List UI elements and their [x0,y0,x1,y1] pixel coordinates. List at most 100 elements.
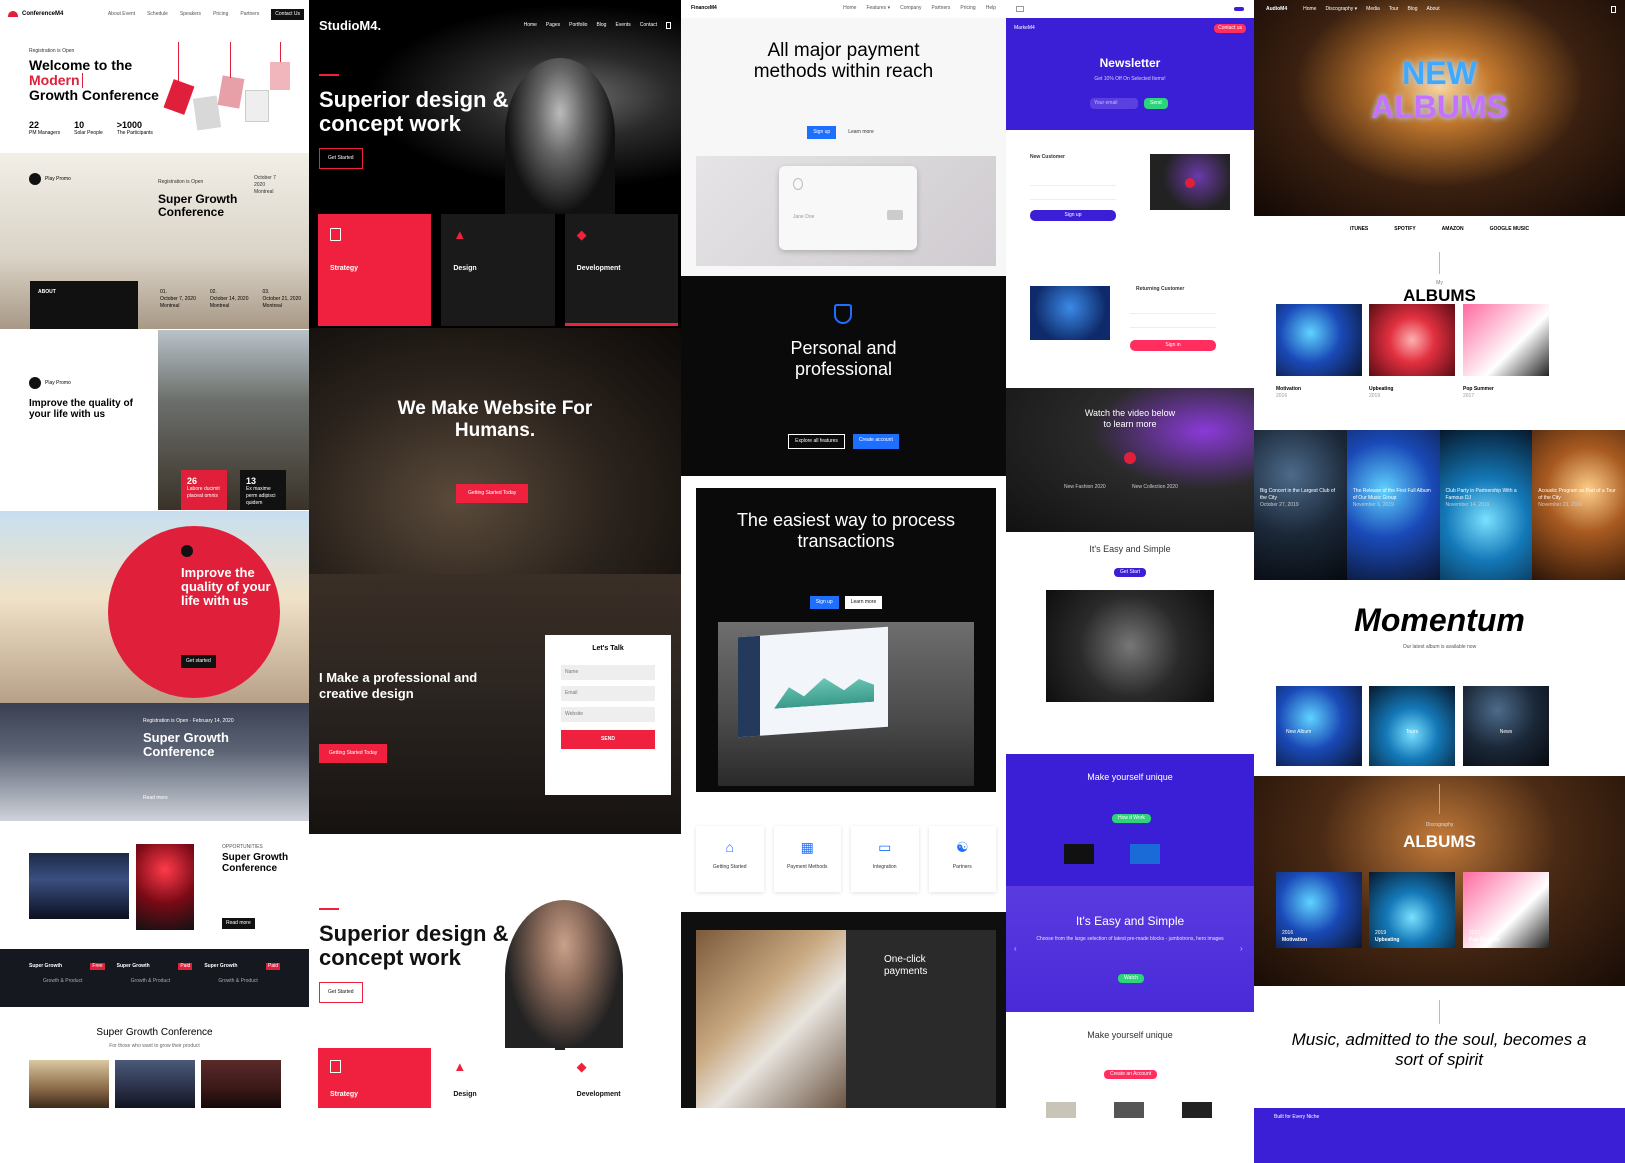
feature-tile[interactable]: News [1463,686,1549,766]
nav-item[interactable]: Partners [932,5,951,12]
getting-started-button[interactable]: Getting Started Today [456,484,529,503]
nav-item[interactable]: Pages [546,22,560,29]
studio-logo[interactable]: StudioM4. [319,18,381,33]
marketing-logo[interactable]: MarkeM4 [1014,25,1035,32]
form-field[interactable] [1030,178,1116,186]
album-cover[interactable] [1369,304,1455,376]
play-icon[interactable] [1185,178,1195,188]
feature-card[interactable]: ▭ Integration [851,826,919,892]
website-field[interactable]: Website [561,707,655,722]
learn-more-button[interactable]: Learn more [844,596,883,609]
nav-item[interactable]: Partners [240,11,259,18]
play-promo-button[interactable]: Play Promo [29,377,71,389]
plan-card[interactable]: Super Growth Paid Growth & Product [117,963,193,993]
feature-tile[interactable]: Tours [1369,686,1455,766]
feature-card[interactable]: ▦ Payment Methods [773,826,841,892]
form-field[interactable] [1130,306,1216,314]
get-started-button[interactable]: Get Started [319,982,363,1003]
nav-item[interactable]: Home [843,5,856,12]
email-input[interactable]: Your email [1090,98,1138,109]
sign-up-button[interactable]: Sign up [1030,210,1116,221]
chevron-left-icon[interactable]: ‹ [1014,944,1017,953]
nav-item[interactable]: Home [524,22,537,29]
play-icon[interactable] [181,545,193,557]
nav-item[interactable]: Portfolio [569,22,587,29]
chevron-right-icon[interactable]: › [1240,944,1243,953]
nav-item[interactable]: Media [1366,6,1380,13]
nav-item[interactable]: Schedule [147,11,168,18]
nav-item[interactable]: Blog [596,22,606,29]
play-icon[interactable] [1124,452,1136,464]
event-card[interactable]: Club Party in Partnership With a Famous … [1439,430,1533,580]
nav-item[interactable]: Discography ▾ [1325,6,1357,13]
nav-item[interactable]: Speakers [180,11,201,18]
event-card[interactable]: Big Concert in the Largest Club of the C… [1254,430,1347,580]
read-more-button[interactable]: Read more [222,918,255,929]
nav-item[interactable]: Contact [640,22,657,29]
nav-item[interactable]: About [1427,6,1440,13]
google-music-link[interactable]: GOOGLE MUSIC [1490,226,1529,233]
album-cover[interactable]: 2016 Motivation [1276,872,1362,948]
itunes-link[interactable]: iTUNES [1350,226,1368,233]
nav-item[interactable]: Tour [1389,6,1399,13]
nav-item[interactable]: Pricing [960,5,975,12]
learn-more-button[interactable]: Learn more [842,126,880,139]
conference-logo[interactable]: ConferenceM4 [22,11,63,17]
feature-card[interactable]: ☯ Partners [928,826,996,892]
service-card-development[interactable]: ◆ Development [564,214,678,326]
nav-item[interactable]: Help [986,5,996,12]
plan-card[interactable]: Super Growth Free Growth & Product [29,963,105,993]
nav-item[interactable]: Blog [1408,6,1418,13]
create-account-button[interactable]: Create account [852,434,899,449]
album-cover[interactable]: 2019 Upbeating [1369,872,1455,948]
feature-tile[interactable]: New Album [1276,686,1362,766]
album-cover[interactable]: 2017 Pop Summer [1463,872,1549,948]
explore-button[interactable]: Explore all features [788,434,845,449]
sign-in-button[interactable]: Sign in [1130,340,1216,351]
nav-item[interactable]: Company [900,5,921,12]
name-field[interactable]: Name [561,665,655,680]
how-it-work-button[interactable]: How it Work [1112,814,1151,823]
cart-icon[interactable] [1611,6,1616,13]
video-thumbnail[interactable] [1150,154,1230,210]
service-card-design[interactable]: ▲ Design [441,1048,555,1108]
get-started-button[interactable]: Get Started [319,148,363,169]
form-field[interactable] [1030,192,1116,200]
event-card[interactable]: The Release of the First Full Album of O… [1346,430,1440,580]
watch-button[interactable]: Watch [1118,974,1144,983]
nav-item[interactable]: Features ▾ [866,5,890,12]
send-button[interactable]: SEND [561,730,655,749]
nav-item[interactable]: About Event [108,11,135,18]
service-card-development[interactable]: ◆ Development [564,1048,678,1108]
play-promo-button[interactable]: Play Promo [29,173,71,185]
finance-logo[interactable]: FinanceM4 [691,5,717,12]
create-account-button[interactable]: Create an Account [1104,1070,1158,1079]
email-field[interactable]: Email [561,686,655,701]
service-card-strategy[interactable]: Strategy [318,214,432,326]
spotify-link[interactable]: SPOTIFY [1394,226,1415,233]
album-cover[interactable] [1276,304,1362,376]
get-start-button[interactable]: Get Start [1114,568,1147,577]
cart-icon[interactable] [666,22,671,29]
studio-mid-section: We Make Website For Humans. Getting Star… [309,328,681,574]
event-card[interactable]: Acoustic Program as Part of a Tour of th… [1532,430,1625,580]
nav-item[interactable]: Home [1303,6,1316,13]
send-button[interactable]: Send [1144,98,1168,109]
contact-button[interactable]: Contact Us [271,8,304,20]
contact-button[interactable]: Contact us [1214,24,1246,33]
form-field[interactable] [1130,320,1216,328]
sign-up-button[interactable]: Sign up [809,596,839,609]
get-started-button[interactable]: Get started [181,655,216,668]
nav-item[interactable]: Events [615,22,630,29]
plan-card[interactable]: Super Growth Paid Growth & Product [204,963,281,993]
feature-card[interactable]: ⌂ Getting Started [696,826,764,892]
service-card-design[interactable]: ▲ Design [441,214,555,326]
read-more-link[interactable]: Read more [143,795,168,802]
sign-up-button[interactable]: Sign up [807,126,837,139]
nav-item[interactable]: Pricing [213,11,228,18]
audio-logo[interactable]: AudioM4 [1266,6,1287,13]
service-card-strategy[interactable]: Strategy [318,1048,432,1108]
amazon-link[interactable]: AMAZON [1442,226,1464,233]
getting-started-button[interactable]: Getting Started Today [319,744,388,763]
album-cover[interactable] [1463,304,1549,376]
